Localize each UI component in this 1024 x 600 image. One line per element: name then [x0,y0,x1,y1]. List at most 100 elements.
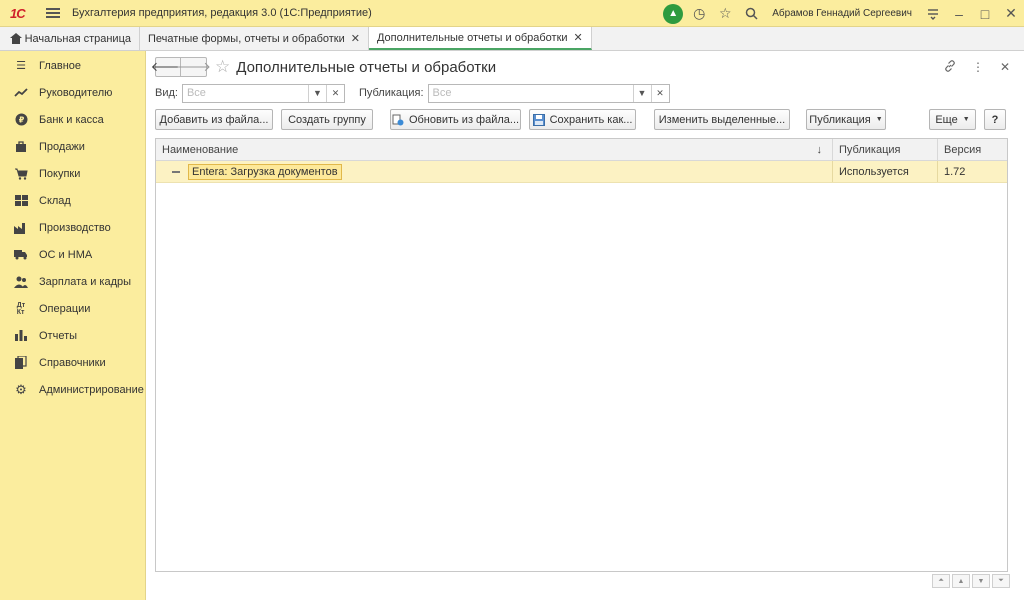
help-button[interactable]: ? [984,109,1006,130]
ruble-coin-icon: ₽ [14,113,28,127]
sidebar-item-references[interactable]: Справочники [0,349,145,376]
svg-text:₽: ₽ [18,116,24,125]
sidebar-item-main[interactable]: ☰ Главное [0,52,145,79]
page-header: 🡐 🡒 ☆ Дополнительные отчеты и обработки [151,57,496,77]
clear-icon[interactable]: ✕ [650,84,669,102]
search-icon[interactable] [738,0,764,27]
scroll-up-icon[interactable]: ▲ [952,574,970,588]
reports-table: Наименование ↓ Публикация Версия Entera:… [155,138,1008,572]
link-icon[interactable] [944,60,956,75]
settings-menu-icon[interactable] [920,0,946,27]
sidebar-item-assets[interactable]: ОС и НМА [0,241,145,268]
tab-label: Печатные формы, отчеты и обработки [148,32,345,45]
column-header-version[interactable]: Версия [938,139,1007,160]
button-label: Сохранить как... [549,113,633,126]
sidebar-item-label: Зарплата и кадры [39,275,132,288]
toolbar: Добавить из файла... Создать группу Обно… [155,109,1008,131]
scroll-last-icon[interactable]: ⏷ [992,574,1010,588]
app-logo: 1С [10,5,26,21]
sidebar-item-admin[interactable]: ⚙ Администрирование [0,376,145,403]
button-label: Создать группу [288,113,366,126]
row-name[interactable]: Entera: Загрузка документов [188,163,342,180]
sidebar-item-operations[interactable]: Дт Кт Операции [0,295,145,322]
column-label: Наименование [162,143,239,156]
user-name[interactable]: Абрамов Геннадий Сергеевич [772,8,912,19]
sidebar-item-purchases[interactable]: Покупки [0,160,145,187]
maximize-icon[interactable]: □ [972,0,998,27]
save-as-button[interactable]: Сохранить как... [529,109,636,130]
button-label: Публикация [809,113,871,126]
close-form-icon[interactable]: ✕ [1000,60,1010,75]
column-header-publication[interactable]: Публикация [833,139,938,160]
vid-filter-field[interactable]: Все ▼ ✕ [181,83,345,103]
factory-icon [14,221,28,235]
filter-row: Вид: Все ▼ ✕ Публикация: Все ▼ ✕ [155,83,670,103]
tab-additional-reports[interactable]: Дополнительные отчеты и обработки ✕ [368,27,592,50]
update-from-file-button[interactable]: Обновить из файла... [390,109,521,130]
main-menu-icon[interactable] [46,8,60,18]
tab-home[interactable]: Начальная страница [0,27,140,50]
change-selected-button[interactable]: Изменить выделенные... [654,109,790,130]
version-cell[interactable]: 1.72 [938,161,1007,182]
dropdown-arrow-icon[interactable]: ▼ [307,84,326,102]
tab-label: Дополнительные отчеты и обработки [376,31,568,44]
sort-arrow-icon[interactable]: ↓ [817,144,823,156]
close-tab-icon[interactable]: ✕ [351,32,360,45]
add-from-file-button[interactable]: Добавить из файла... [155,109,273,130]
scroll-down-icon[interactable]: ▼ [972,574,990,588]
notifications-button[interactable]: ▲ [660,0,686,27]
save-icon [532,114,545,126]
shopping-bag-icon [14,140,28,154]
close-window-icon[interactable]: ✕ [998,0,1024,27]
favorites-star-icon[interactable]: ☆ [712,0,738,27]
item-marker-icon [172,170,180,173]
button-label: Обновить из файла... [408,113,520,126]
sidebar-item-salary[interactable]: Зарплата и кадры [0,268,145,295]
forward-button[interactable]: 🡒 [176,57,211,77]
sidebar-item-label: ОС и НМА [39,248,93,261]
sidebar-item-sales[interactable]: Продажи [0,133,145,160]
debit-credit-icon: Дт Кт [16,301,26,316]
sidebar-item-reports[interactable]: Отчеты [0,322,145,349]
history-icon[interactable]: ◷ [686,0,712,27]
clear-icon[interactable]: ✕ [325,84,344,102]
button-label: Еще [935,113,958,126]
publication-filter-input[interactable]: Все [429,85,633,102]
sidebar-item-production[interactable]: Производство [0,214,145,241]
bar-chart-icon [14,329,28,343]
dropdown-arrow-icon[interactable]: ▼ [632,84,651,102]
sidebar-item-manager[interactable]: Руководителю [0,79,145,106]
sidebar-item-label: Руководителю [39,86,113,99]
table-row[interactable]: Entera: Загрузка документов Используется… [156,161,1007,183]
warehouse-grid-icon [14,194,28,208]
scroll-first-icon[interactable]: ⏶ [932,574,950,588]
column-header-name[interactable]: Наименование ↓ [156,139,833,160]
vid-label: Вид: [155,87,178,99]
home-icon [10,33,22,44]
tab-print-forms[interactable]: Печатные формы, отчеты и обработки ✕ [140,27,369,50]
sidebar: ☰ Главное Руководителю ₽ Банк и касса Пр… [0,51,146,600]
favorite-star-icon[interactable]: ☆ [215,57,230,77]
people-icon [14,275,28,289]
chevron-down-icon: ▼ [875,116,883,123]
more-actions-icon[interactable]: ⋮ [972,60,984,75]
more-button[interactable]: Еще ▼ [929,109,976,130]
vid-filter-input[interactable]: Все [183,85,308,102]
sidebar-item-label: Покупки [39,167,81,180]
table-header: Наименование ↓ Публикация Версия [156,139,1007,161]
sidebar-item-label: Операции [39,302,91,315]
minimize-icon[interactable]: – [946,0,972,27]
help-icon: ? [991,113,999,126]
name-cell[interactable]: Entera: Загрузка документов [156,161,833,182]
publication-filter-field[interactable]: Все ▼ ✕ [427,83,670,103]
sidebar-item-label: Администрирование [39,383,144,396]
table-scroll-nav: ⏶ ▲ ▼ ⏷ [932,574,1010,588]
publication-menu-button[interactable]: Публикация ▼ [806,109,886,130]
sidebar-item-bank[interactable]: ₽ Банк и касса [0,106,145,133]
create-group-button[interactable]: Создать группу [281,109,373,130]
sidebar-item-warehouse[interactable]: Склад [0,187,145,214]
button-label: Добавить из файла... [159,113,269,126]
publication-cell[interactable]: Используется [833,161,938,182]
close-tab-icon[interactable]: ✕ [574,31,583,44]
pub-label: Публикация: [358,87,424,99]
